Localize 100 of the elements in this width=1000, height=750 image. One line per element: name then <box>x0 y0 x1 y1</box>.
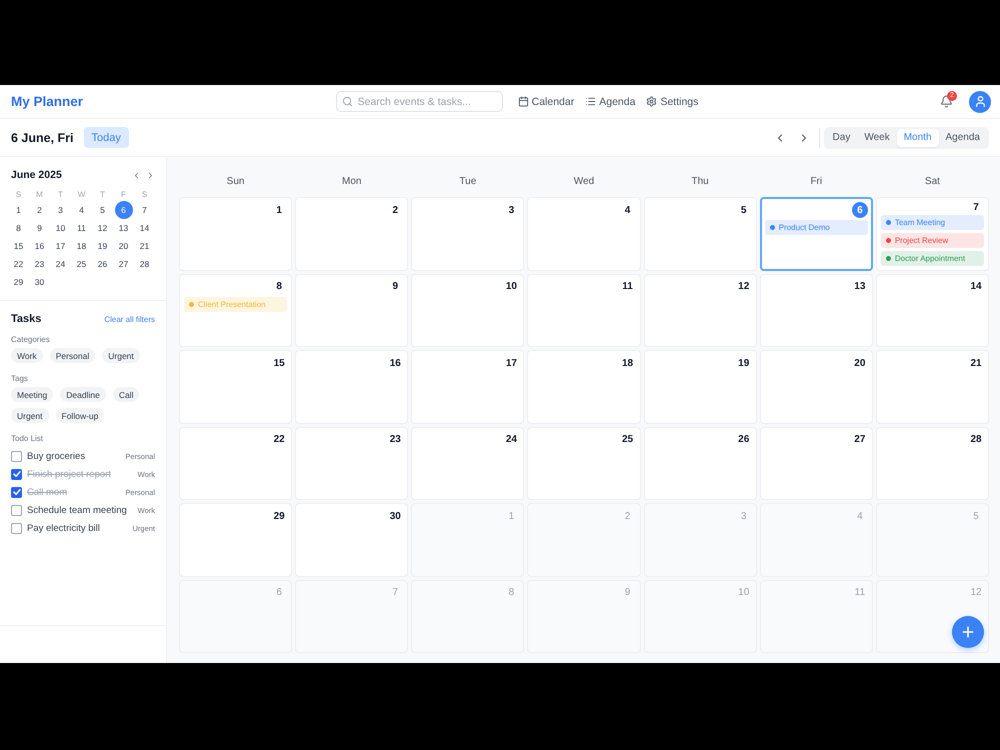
day-number: 27 <box>853 433 866 447</box>
mini-calendar-day[interactable]: 29 <box>10 273 28 291</box>
calendar-day-cell[interactable]: 4 <box>527 197 641 270</box>
mini-calendar-day[interactable]: 19 <box>94 237 112 255</box>
calendar-day-cell[interactable]: 27 <box>760 426 873 500</box>
calendar-day-cell[interactable]: 29 <box>179 503 292 576</box>
tag-chip[interactable]: Urgent <box>11 408 49 423</box>
calendar-day-cell[interactable]: 16 <box>295 350 408 424</box>
day-number: 26 <box>737 433 750 447</box>
calendar-day-cell[interactable]: 5 <box>644 197 757 270</box>
nav-link[interactable]: Calendar <box>518 96 574 108</box>
mini-calendar-day[interactable]: 2 <box>30 201 48 219</box>
mini-calendar-day[interactable]: 3 <box>52 201 70 219</box>
weekday-label: Thu <box>690 174 710 188</box>
mini-calendar-day[interactable]: 6 <box>114 201 132 219</box>
mini-calendar-day[interactable]: 12 <box>94 219 112 237</box>
section-label: Tags <box>11 374 29 384</box>
calendar-day-cell[interactable]: 15 <box>179 350 292 424</box>
view-tab[interactable]: Day <box>826 128 858 146</box>
category-chip[interactable]: Urgent <box>102 348 140 363</box>
calendar-day-cell[interactable]: 14 <box>876 274 989 347</box>
calendar-day-cell[interactable]: 8 Client Presentation <box>179 274 292 347</box>
mini-calendar-day[interactable]: 27 <box>114 255 132 273</box>
tag-chip[interactable]: Follow-up <box>56 408 104 423</box>
day-number: 3 <box>740 510 748 524</box>
category-chip[interactable]: Work <box>11 348 43 363</box>
calendar-day-cell[interactable]: 9 <box>295 274 408 347</box>
calendar-day-cell[interactable]: 18 <box>527 350 641 424</box>
calendar-day-cell[interactable]: 25 <box>527 426 641 500</box>
bell-icon[interactable] <box>940 95 953 108</box>
calendar-day-cell[interactable]: 13 <box>760 274 873 347</box>
calendar-day-cell[interactable]: 19 <box>644 350 757 424</box>
chevron-left-icon[interactable] <box>132 170 141 180</box>
mini-calendar-day[interactable]: 17 <box>52 237 70 255</box>
view-tab[interactable]: Agenda <box>938 128 987 146</box>
day-number: 4 <box>856 510 864 524</box>
calendar-day-cell[interactable]: 1 <box>179 197 292 270</box>
checkbox[interactable] <box>11 504 22 516</box>
mini-calendar-day[interactable]: 14 <box>136 219 154 237</box>
mini-calendar-day[interactable]: 16 <box>30 237 48 255</box>
calendar-day-cell[interactable]: 23 <box>295 426 408 500</box>
mini-calendar-day[interactable]: 24 <box>52 255 70 273</box>
nav-link[interactable]: Agenda <box>585 96 636 108</box>
day-number: 10 <box>504 280 518 294</box>
mini-calendar-day[interactable]: 25 <box>72 255 90 273</box>
view-tab[interactable]: Week <box>857 128 897 146</box>
mini-calendar-day[interactable]: 23 <box>30 255 48 273</box>
mini-calendar-day[interactable]: 26 <box>94 255 112 273</box>
nav-link[interactable]: Settings <box>646 96 698 108</box>
mini-calendar-day[interactable]: 30 <box>30 273 48 291</box>
mini-calendar-day[interactable]: 11 <box>72 219 90 237</box>
mini-calendar-day[interactable]: 22 <box>10 255 28 273</box>
mini-calendar-day[interactable]: 4 <box>72 201 90 219</box>
checkbox[interactable] <box>11 468 22 480</box>
weekday-label: S <box>140 188 148 200</box>
clear-filters-link[interactable]: Clear all filters <box>104 314 155 324</box>
mini-calendar-day[interactable]: 21 <box>136 237 154 255</box>
checkbox[interactable] <box>11 486 22 498</box>
calendar-day-cell[interactable]: 28 <box>876 426 989 500</box>
day-number: 9 <box>392 280 400 294</box>
day-number: 22 <box>272 433 286 447</box>
mini-calendar-day[interactable]: 1 <box>10 201 28 219</box>
mini-calendar-day[interactable]: 15 <box>10 237 28 255</box>
settings-icon <box>646 96 658 107</box>
mini-calendar-day[interactable]: 28 <box>136 255 154 273</box>
calendar-day-cell[interactable]: 30 <box>295 503 408 576</box>
checkbox[interactable] <box>11 450 22 462</box>
mini-calendar-day[interactable]: 5 <box>94 201 112 219</box>
calendar-day-cell[interactable]: 26 <box>644 426 757 500</box>
user-avatar-icon[interactable] <box>969 90 991 112</box>
mini-calendar-day[interactable]: 20 <box>114 237 132 255</box>
checkbox[interactable] <box>11 522 22 534</box>
mini-calendar-day[interactable]: 18 <box>72 237 90 255</box>
mini-calendar-day[interactable]: 13 <box>114 219 132 237</box>
calendar-day-cell[interactable]: 21 <box>876 350 989 424</box>
category-chip[interactable]: Personal <box>50 348 96 363</box>
weekday-label: Sun <box>226 174 246 188</box>
day-number: 3 <box>508 204 516 218</box>
calendar-day-cell[interactable]: 20 <box>760 350 873 424</box>
chevron-right-icon[interactable] <box>146 170 155 180</box>
calendar-day-cell[interactable]: 17 <box>411 350 524 424</box>
calendar-day-cell[interactable]: 2 <box>295 197 408 270</box>
search-field[interactable]: Search events & tasks... <box>336 91 503 112</box>
calendar-day-cell[interactable]: 11 <box>527 274 641 347</box>
calendar-day-cell[interactable]: 3 <box>411 197 524 270</box>
calendar-day-cell[interactable]: 6 Product Demo <box>760 197 873 270</box>
mini-calendar-day[interactable]: 7 <box>136 201 154 219</box>
weekday-label: Mon <box>340 174 362 188</box>
mini-calendar-day[interactable]: 9 <box>30 219 48 237</box>
mini-calendar-day[interactable]: 8 <box>10 219 28 237</box>
view-tab[interactable]: Month <box>896 128 939 146</box>
tag-chip[interactable]: Meeting <box>11 387 54 402</box>
calendar-day-cell[interactable]: 12 <box>644 274 757 347</box>
calendar-day-cell[interactable]: 22 <box>179 426 292 500</box>
tag-chip[interactable]: Call <box>112 387 140 402</box>
calendar-day-cell[interactable]: 10 <box>411 274 524 347</box>
calendar-day-cell[interactable]: 24 <box>411 426 524 500</box>
todo-text: Finish project report <box>27 468 112 480</box>
tag-chip[interactable]: Deadline <box>60 387 106 402</box>
mini-calendar-day[interactable]: 10 <box>52 219 70 237</box>
